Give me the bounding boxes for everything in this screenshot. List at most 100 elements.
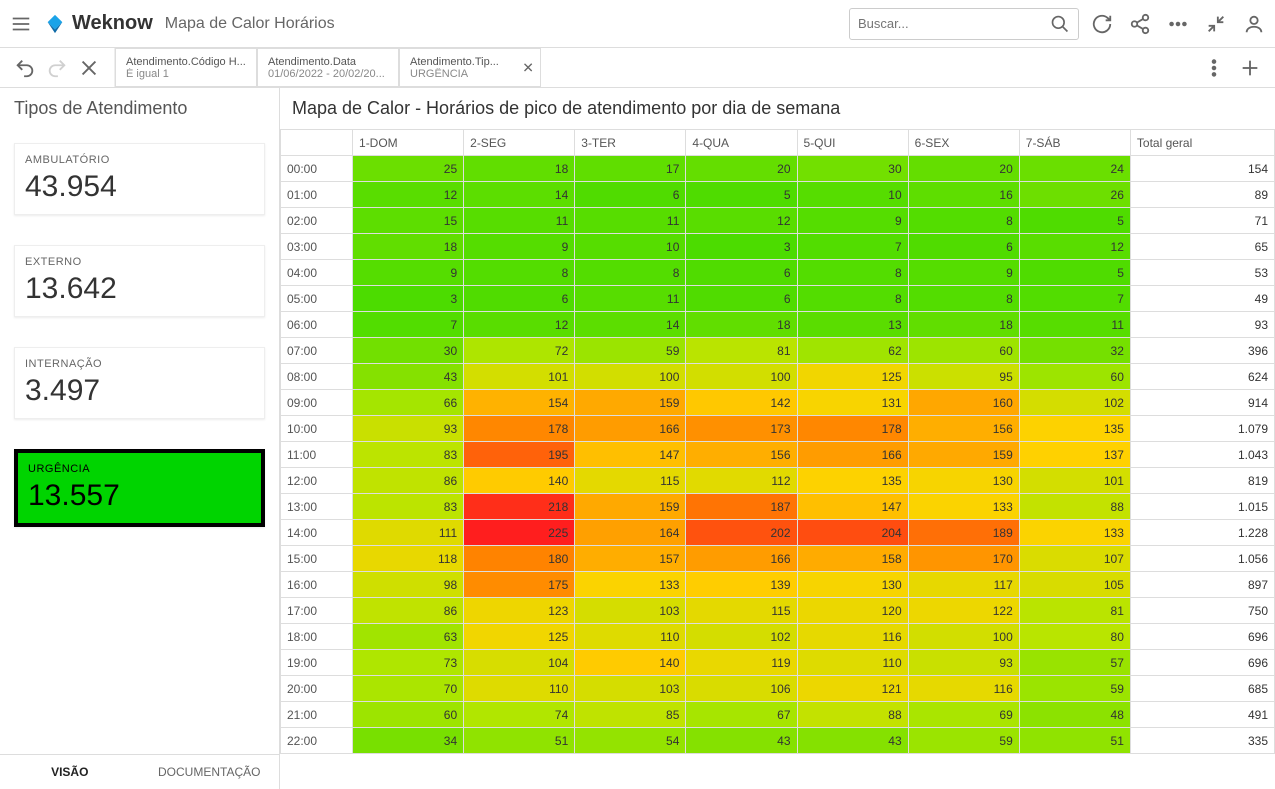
heat-cell[interactable]: 133	[575, 572, 686, 598]
heat-cell[interactable]: 11	[1019, 312, 1130, 338]
heat-cell[interactable]: 60	[353, 702, 464, 728]
heat-cell[interactable]: 189	[908, 520, 1019, 546]
refresh-icon[interactable]	[1091, 13, 1113, 35]
heat-cell[interactable]: 67	[686, 702, 797, 728]
heat-cell[interactable]: 17	[575, 156, 686, 182]
heat-cell[interactable]: 140	[575, 650, 686, 676]
heat-cell[interactable]: 83	[353, 494, 464, 520]
heat-cell[interactable]: 5	[1019, 208, 1130, 234]
heat-cell[interactable]: 202	[686, 520, 797, 546]
heat-cell[interactable]: 43	[353, 364, 464, 390]
add-icon[interactable]	[1239, 57, 1261, 79]
heat-cell[interactable]: 156	[908, 416, 1019, 442]
col-header[interactable]: 4-QUA	[686, 130, 797, 156]
heat-cell[interactable]: 147	[797, 494, 908, 520]
heat-cell[interactable]: 8	[797, 260, 908, 286]
heat-cell[interactable]: 18	[353, 234, 464, 260]
heat-cell[interactable]: 14	[575, 312, 686, 338]
heat-cell[interactable]: 8	[908, 286, 1019, 312]
heat-cell[interactable]: 59	[575, 338, 686, 364]
heat-cell[interactable]: 116	[797, 624, 908, 650]
heat-cell[interactable]: 8	[908, 208, 1019, 234]
heat-cell[interactable]: 74	[464, 702, 575, 728]
search-input[interactable]	[858, 16, 1050, 31]
heat-cell[interactable]: 121	[797, 676, 908, 702]
heat-cell[interactable]: 111	[353, 520, 464, 546]
heat-cell[interactable]: 3	[686, 234, 797, 260]
heat-cell[interactable]: 51	[464, 728, 575, 754]
heat-cell[interactable]: 101	[1019, 468, 1130, 494]
heat-cell[interactable]: 100	[686, 364, 797, 390]
heat-cell[interactable]: 12	[464, 312, 575, 338]
heat-cell[interactable]: 157	[575, 546, 686, 572]
heat-cell[interactable]: 103	[575, 598, 686, 624]
heat-cell[interactable]: 130	[797, 572, 908, 598]
heat-cell[interactable]: 80	[1019, 624, 1130, 650]
heat-cell[interactable]: 173	[686, 416, 797, 442]
heat-cell[interactable]: 166	[797, 442, 908, 468]
tab-documentacao[interactable]: DOCUMENTAÇÃO	[140, 755, 280, 789]
heat-cell[interactable]: 107	[1019, 546, 1130, 572]
heat-cell[interactable]: 106	[686, 676, 797, 702]
col-header[interactable]: 6-SEX	[908, 130, 1019, 156]
heat-cell[interactable]: 10	[797, 182, 908, 208]
heat-cell[interactable]: 54	[575, 728, 686, 754]
heat-cell[interactable]: 12	[1019, 234, 1130, 260]
heat-cell[interactable]: 105	[1019, 572, 1130, 598]
heat-cell[interactable]: 103	[575, 676, 686, 702]
heat-cell[interactable]: 95	[908, 364, 1019, 390]
heat-cell[interactable]: 135	[797, 468, 908, 494]
heat-cell[interactable]: 59	[908, 728, 1019, 754]
heat-cell[interactable]: 11	[575, 208, 686, 234]
heat-cell[interactable]: 15	[353, 208, 464, 234]
heat-cell[interactable]: 218	[464, 494, 575, 520]
heat-cell[interactable]: 34	[353, 728, 464, 754]
heat-cell[interactable]: 8	[797, 286, 908, 312]
filter-chip[interactable]: Atendimento.Código H...É igual 1	[115, 48, 257, 87]
filter-chip[interactable]: Atendimento.Tip...URGÊNCIA✕	[399, 48, 541, 87]
heat-cell[interactable]: 7	[797, 234, 908, 260]
heat-cell[interactable]: 125	[464, 624, 575, 650]
heat-cell[interactable]: 43	[686, 728, 797, 754]
heat-cell[interactable]: 59	[1019, 676, 1130, 702]
share-icon[interactable]	[1129, 13, 1151, 35]
heat-cell[interactable]: 110	[464, 676, 575, 702]
heat-cell[interactable]: 225	[464, 520, 575, 546]
heat-cell[interactable]: 7	[1019, 286, 1130, 312]
heat-cell[interactable]: 118	[353, 546, 464, 572]
heat-cell[interactable]: 9	[464, 234, 575, 260]
heat-cell[interactable]: 164	[575, 520, 686, 546]
heat-cell[interactable]: 100	[908, 624, 1019, 650]
heat-cell[interactable]: 72	[464, 338, 575, 364]
heat-cell[interactable]: 18	[464, 156, 575, 182]
heat-cell[interactable]: 69	[908, 702, 1019, 728]
heat-cell[interactable]: 93	[908, 650, 1019, 676]
heat-cell[interactable]: 60	[908, 338, 1019, 364]
heat-cell[interactable]: 60	[1019, 364, 1130, 390]
collapse-icon[interactable]	[1205, 13, 1227, 35]
kpi-card[interactable]: INTERNAÇÃO3.497	[14, 347, 265, 419]
heat-cell[interactable]: 154	[464, 390, 575, 416]
heat-cell[interactable]: 48	[1019, 702, 1130, 728]
heat-cell[interactable]: 81	[1019, 598, 1130, 624]
heat-cell[interactable]: 100	[575, 364, 686, 390]
redo-icon[interactable]	[46, 57, 68, 79]
heat-cell[interactable]: 170	[908, 546, 1019, 572]
heat-cell[interactable]: 119	[686, 650, 797, 676]
heat-cell[interactable]: 9	[353, 260, 464, 286]
col-header-total[interactable]: Total geral	[1130, 130, 1274, 156]
heat-cell[interactable]: 73	[353, 650, 464, 676]
heat-cell[interactable]: 43	[797, 728, 908, 754]
heat-cell[interactable]: 101	[464, 364, 575, 390]
heat-cell[interactable]: 133	[908, 494, 1019, 520]
heat-cell[interactable]: 102	[1019, 390, 1130, 416]
close-icon[interactable]: ✕	[522, 59, 534, 76]
menu-icon[interactable]	[10, 13, 32, 35]
tab-visao[interactable]: VISÃO	[0, 755, 140, 789]
kpi-card[interactable]: AMBULATÓRIO43.954	[14, 143, 265, 215]
undo-icon[interactable]	[14, 57, 36, 79]
heat-cell[interactable]: 88	[1019, 494, 1130, 520]
search-icon[interactable]	[1050, 13, 1070, 35]
heat-cell[interactable]: 125	[797, 364, 908, 390]
heat-cell[interactable]: 93	[353, 416, 464, 442]
